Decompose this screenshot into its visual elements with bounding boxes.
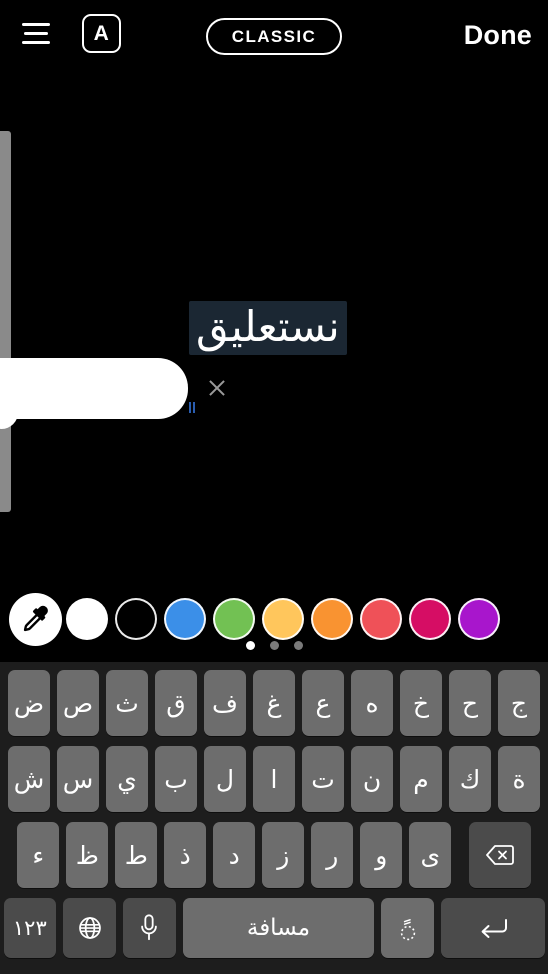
done-button[interactable]: Done — [464, 20, 532, 51]
color-swatch-red[interactable] — [360, 598, 402, 640]
letter-key[interactable]: ع — [302, 670, 344, 736]
font-style-button[interactable]: A — [82, 14, 121, 53]
hamburger-line — [24, 31, 48, 35]
letter-key[interactable]: ء — [17, 822, 60, 888]
globe-icon[interactable] — [63, 898, 116, 958]
top-toolbar: A CLASSIC Done — [0, 0, 548, 72]
letter-key[interactable]: ق — [155, 670, 197, 736]
hamburger-line — [22, 40, 50, 44]
keyboard-row-4: ١٢٣ مسافة — [0, 898, 548, 958]
return-key[interactable] — [441, 898, 545, 958]
letter-key[interactable]: ر — [311, 822, 354, 888]
letter-key[interactable]: ه — [351, 670, 393, 736]
diacritic-key[interactable] — [381, 898, 435, 958]
letter-key[interactable]: خ — [400, 670, 442, 736]
tick-mark — [189, 402, 191, 413]
letter-key[interactable]: ل — [204, 746, 246, 812]
text-style-pill-button[interactable]: CLASSIC — [206, 18, 342, 55]
letter-key[interactable]: ذ — [164, 822, 207, 888]
letter-key[interactable]: ز — [262, 822, 305, 888]
letter-key[interactable]: غ — [253, 670, 295, 736]
space-key[interactable]: مسافة — [182, 898, 375, 958]
letter-key[interactable]: س — [57, 746, 99, 812]
page-dot[interactable] — [293, 641, 303, 650]
color-swatch-yellow[interactable] — [262, 598, 304, 640]
story-canvas[interactable]: نستعليق — [0, 72, 548, 577]
letter-key[interactable]: ث — [106, 670, 148, 736]
text-overlay[interactable]: نستعليق — [189, 301, 347, 356]
color-swatch-orange[interactable] — [311, 598, 353, 640]
text-overlay-value: نستعليق — [196, 302, 340, 351]
keyboard-row-2: شسيبلاتنمكة — [0, 746, 548, 812]
arabic-keyboard: ضصثقفغعهخحج شسيبلاتنمكة ءظطذدزروى ١٢٣ مس… — [0, 662, 548, 974]
letter-key[interactable]: ا — [253, 746, 295, 812]
story-editor-screen: A CLASSIC Done نستعليق ض ص ث ق ف غ ع ه خ… — [0, 0, 548, 974]
keyboard-row-3: ءظطذدزروى — [0, 822, 548, 888]
numbers-key[interactable]: ١٢٣ — [3, 898, 57, 958]
letter-key[interactable]: ص — [57, 670, 99, 736]
color-swatch-purple[interactable] — [458, 598, 500, 640]
letter-key[interactable]: ف — [204, 670, 246, 736]
letter-key[interactable]: م — [400, 746, 442, 812]
color-swatch-blue[interactable] — [164, 598, 206, 640]
color-page-indicator — [0, 641, 548, 650]
letter-key[interactable]: ي — [106, 746, 148, 812]
microphone-icon[interactable] — [122, 898, 176, 958]
color-swatch-white[interactable] — [66, 598, 108, 640]
letter-key[interactable]: ض — [8, 670, 50, 736]
tick-mark — [193, 402, 195, 413]
color-swatch-green[interactable] — [213, 598, 255, 640]
color-swatch-row — [0, 591, 548, 647]
eyedropper-icon[interactable] — [9, 592, 62, 646]
letter-key[interactable]: د — [213, 822, 256, 888]
letter-key[interactable]: ش — [8, 746, 50, 812]
letter-key[interactable]: ب — [155, 746, 197, 812]
text-align-menu-icon[interactable] — [18, 18, 54, 48]
text-cursor-ticks — [189, 402, 195, 413]
letter-key[interactable]: ن — [351, 746, 393, 812]
letter-key[interactable]: و — [360, 822, 403, 888]
color-swatch-magenta[interactable] — [409, 598, 451, 640]
page-dot[interactable] — [269, 641, 279, 650]
letter-key[interactable]: ج — [498, 670, 540, 736]
letter-key[interactable]: ظ — [66, 822, 109, 888]
backspace-key[interactable] — [468, 822, 531, 888]
hamburger-line — [22, 22, 50, 26]
letter-key[interactable]: ت — [302, 746, 344, 812]
letter-key[interactable]: ح — [449, 670, 491, 736]
close-icon[interactable] — [206, 377, 228, 399]
font-style-label: A — [93, 22, 110, 45]
text-style-label: CLASSIC — [231, 26, 317, 46]
letter-key[interactable]: ط — [115, 822, 158, 888]
page-dot[interactable] — [245, 641, 255, 650]
keyboard-row-1: ضصثقفغعهخحج — [0, 670, 548, 736]
color-swatch-black[interactable] — [115, 598, 157, 640]
letter-key[interactable]: ك — [449, 746, 491, 812]
letter-key[interactable]: ة — [498, 746, 540, 812]
text-suggestion-popup[interactable] — [0, 358, 188, 419]
letter-key[interactable]: ى — [409, 822, 452, 888]
